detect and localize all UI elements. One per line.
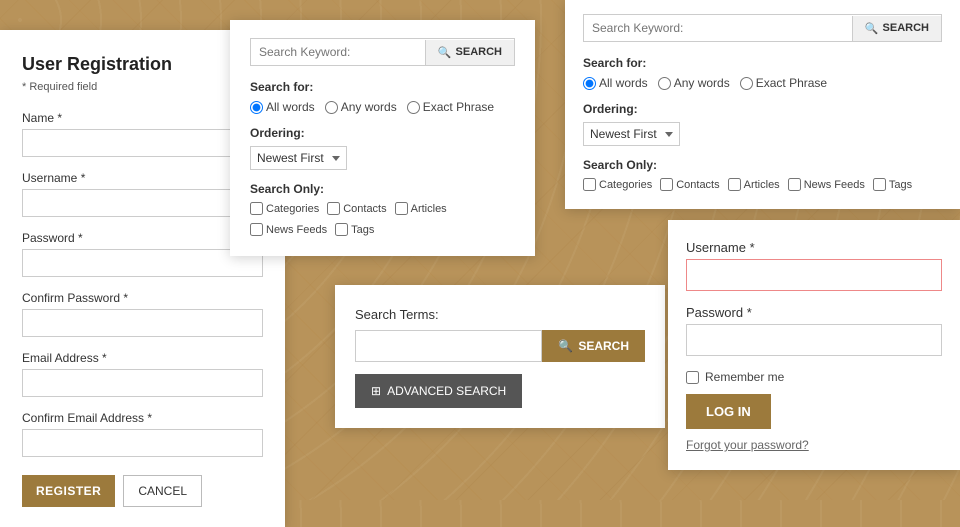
search-right-button-label: SEARCH [883, 22, 929, 34]
name-field-group: Name * [22, 111, 263, 157]
login-username-label: Username * [686, 240, 942, 255]
email-label: Email Address * [22, 351, 263, 365]
confirm-email-input[interactable] [22, 429, 263, 457]
confirm-email-label: Confirm Email Address * [22, 411, 263, 425]
ordering-select[interactable]: Newest First [250, 146, 347, 170]
remember-row: Remember me [686, 370, 942, 384]
cancel-button[interactable]: CANCEL [123, 475, 202, 507]
search-right-input[interactable] [584, 15, 852, 41]
cb-articles[interactable]: Articles [395, 202, 447, 215]
advanced-search-label: ADVANCED SEARCH [387, 384, 506, 398]
search-only-label: Search Only: [250, 182, 515, 196]
registration-title: User Registration [22, 54, 263, 75]
radio-right-all-words[interactable]: All words [583, 76, 648, 90]
password-label: Password * [22, 231, 263, 245]
username-field-group: Username * [22, 171, 263, 217]
cb-contacts[interactable]: Contacts [327, 202, 386, 215]
name-label: Name * [22, 111, 263, 125]
radio-exact-phrase[interactable]: Exact Phrase [407, 100, 494, 114]
username-label: Username * [22, 171, 263, 185]
search-bottom-card: Search Terms: 🔍 SEARCH ⊞ ADVANCED SEARCH [335, 285, 665, 428]
password-input[interactable] [22, 249, 263, 277]
forgot-password-link[interactable]: Forgot your password? [686, 438, 809, 452]
confirm-email-field-group: Confirm Email Address * [22, 411, 263, 457]
search-right-button[interactable]: 🔍 SEARCH [852, 16, 941, 41]
cb-tags[interactable]: Tags [335, 223, 374, 236]
email-field-group: Email Address * [22, 351, 263, 397]
cb-right-contacts[interactable]: Contacts [660, 178, 719, 191]
search-terms-input[interactable] [355, 330, 542, 362]
ordering-right-row: Newest First [583, 122, 942, 146]
cb-right-categories[interactable]: Categories [583, 178, 652, 191]
password-field-group: Password * [22, 231, 263, 277]
login-password-label: Password * [686, 305, 942, 320]
radio-all-words[interactable]: All words [250, 100, 315, 114]
login-username-input[interactable] [686, 259, 942, 291]
search-right-card: 🔍 SEARCH Search for: All words Any words… [565, 0, 960, 209]
search-top-input-row: 🔍 SEARCH [250, 38, 515, 66]
cb-categories[interactable]: Categories [250, 202, 319, 215]
search-top-button[interactable]: 🔍 SEARCH [425, 40, 514, 65]
cb-newsfeeds[interactable]: News Feeds [250, 223, 327, 236]
radio-any-words[interactable]: Any words [325, 100, 397, 114]
search-icon: 🔍 [438, 46, 452, 59]
search-right-for-options: All words Any words Exact Phrase [583, 76, 942, 90]
radio-right-any-words[interactable]: Any words [658, 76, 730, 90]
ordering-row: Newest First [250, 146, 515, 170]
search-top-card: 🔍 SEARCH Search for: All words Any words… [230, 20, 535, 256]
cb-right-tags[interactable]: Tags [873, 178, 912, 191]
remember-label: Remember me [705, 370, 784, 384]
search-right-for-label: Search for: [583, 56, 942, 70]
search-bottom-button-label: SEARCH [578, 339, 629, 353]
cb-right-newsfeeds[interactable]: News Feeds [788, 178, 865, 191]
search-terms-row: 🔍 SEARCH [355, 330, 645, 362]
advanced-search-icon: ⊞ [371, 384, 381, 398]
confirm-password-label: Confirm Password * [22, 291, 263, 305]
login-password-group: Password * [686, 305, 942, 356]
ordering-right-label: Ordering: [583, 102, 942, 116]
remember-checkbox[interactable] [686, 371, 699, 384]
search-for-label: Search for: [250, 80, 515, 94]
name-input[interactable] [22, 129, 263, 157]
search-bottom-icon: 🔍 [558, 339, 573, 353]
search-top-button-label: SEARCH [456, 46, 502, 58]
confirm-password-field-group: Confirm Password * [22, 291, 263, 337]
advanced-search-button[interactable]: ⊞ ADVANCED SEARCH [355, 374, 522, 408]
search-only-options: Categories Contacts Articles News Feeds … [250, 202, 515, 236]
search-terms-label: Search Terms: [355, 307, 645, 322]
login-button[interactable]: LOG IN [686, 394, 771, 429]
username-input[interactable] [22, 189, 263, 217]
search-for-options: All words Any words Exact Phrase [250, 100, 515, 114]
search-right-only-options: Categories Contacts Articles News Feeds … [583, 178, 942, 191]
search-right-only-label: Search Only: [583, 158, 942, 172]
search-top-input[interactable] [251, 39, 425, 65]
ordering-label: Ordering: [250, 126, 515, 140]
register-button[interactable]: REGISTER [22, 475, 115, 507]
login-username-group: Username * [686, 240, 942, 291]
search-right-input-row: 🔍 SEARCH [583, 14, 942, 42]
confirm-password-input[interactable] [22, 309, 263, 337]
search-right-icon: 🔍 [865, 22, 879, 35]
search-bottom-button[interactable]: 🔍 SEARCH [542, 330, 645, 362]
required-note: * Required field [22, 81, 263, 93]
radio-right-exact-phrase[interactable]: Exact Phrase [740, 76, 827, 90]
form-actions: REGISTER CANCEL [22, 475, 263, 507]
email-input[interactable] [22, 369, 263, 397]
login-card: Username * Password * Remember me LOG IN… [668, 220, 960, 470]
ordering-right-select[interactable]: Newest First [583, 122, 680, 146]
login-password-input[interactable] [686, 324, 942, 356]
cb-right-articles[interactable]: Articles [728, 178, 780, 191]
